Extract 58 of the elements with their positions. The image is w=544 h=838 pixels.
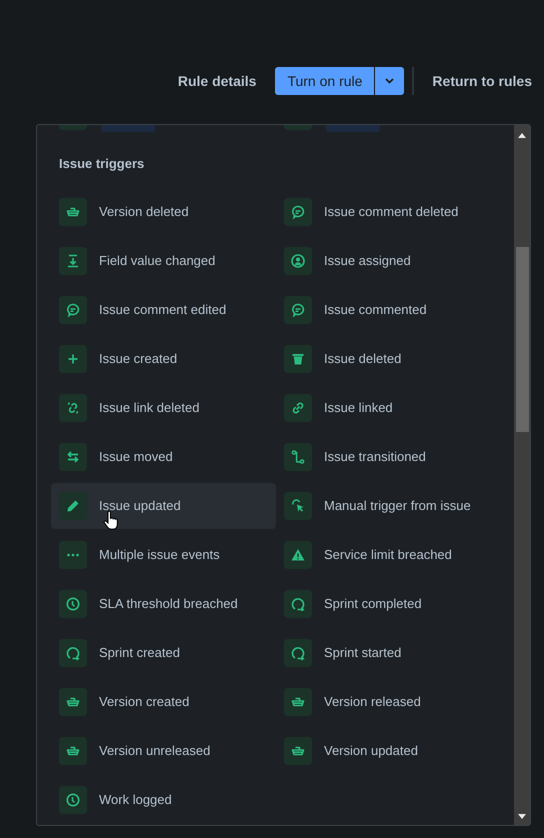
trigger-item[interactable]: Sprint created	[51, 630, 276, 676]
speech-bubble-icon	[284, 296, 312, 324]
trigger-item[interactable]: Issue updated	[51, 483, 276, 529]
ship-icon	[59, 198, 87, 226]
trigger-item[interactable]: Issue deleted	[276, 336, 501, 382]
trigger-item[interactable]: Issue assigned	[276, 238, 501, 284]
pointer-icon	[284, 492, 312, 520]
trigger-item[interactable]: Issue created	[51, 336, 276, 382]
dropdown-button[interactable]	[375, 67, 404, 95]
rule-details-link[interactable]: Rule details	[178, 70, 256, 92]
link-icon	[284, 394, 312, 422]
trash-icon	[284, 345, 312, 373]
ship-icon	[59, 737, 87, 765]
return-to-rules-link[interactable]: Return to rules	[432, 70, 532, 92]
turn-on-rule-button[interactable]: Turn on rule	[275, 67, 374, 95]
trigger-item[interactable]: Version deleted	[51, 189, 276, 235]
scrollbar-thumb[interactable]	[516, 247, 529, 432]
trigger-item[interactable]: Issue commented	[276, 287, 501, 333]
trigger-item[interactable]: Field value changed	[51, 238, 276, 284]
trigger-item[interactable]: Issue linked	[276, 385, 501, 431]
trigger-item[interactable]: Version created	[51, 679, 276, 725]
warning-icon	[284, 541, 312, 569]
trigger-item[interactable]: Version unreleased	[51, 728, 276, 774]
trigger-item[interactable]: Version released	[276, 679, 501, 725]
trigger-item[interactable]: Issue link deleted	[51, 385, 276, 431]
hand-cursor-icon	[103, 511, 119, 531]
scroll-up-icon[interactable]	[518, 133, 526, 138]
speech-bubble-icon	[284, 198, 312, 226]
trigger-item[interactable]: Work logged	[51, 777, 276, 823]
trigger-item[interactable]: Issue moved	[51, 434, 276, 480]
ship-icon	[59, 688, 87, 716]
clock-icon	[59, 786, 87, 814]
plus-icon	[59, 345, 87, 373]
trigger-item[interactable]: Sprint completed	[276, 581, 501, 627]
ship-icon	[284, 688, 312, 716]
trigger-item[interactable]: Sprint started	[276, 630, 501, 676]
path-icon	[284, 443, 312, 471]
scrollbar[interactable]	[514, 125, 530, 825]
download-icon	[59, 247, 87, 275]
dots-icon	[59, 541, 87, 569]
trigger-item[interactable]: Issue comment deleted	[276, 189, 501, 235]
section-heading: Issue triggers	[59, 156, 146, 172]
ship-icon	[284, 737, 312, 765]
trigger-item[interactable]: Version updated	[276, 728, 501, 774]
swap-arrows-icon	[59, 443, 87, 471]
scroll-down-icon[interactable]	[518, 814, 526, 819]
trigger-item[interactable]: Issue comment edited	[51, 287, 276, 333]
clock-icon	[59, 590, 87, 618]
trigger-item[interactable]: Manual trigger from issue	[276, 483, 501, 529]
broken-link-icon	[59, 394, 87, 422]
trigger-item[interactable]: Issue transitioned	[276, 434, 501, 480]
pencil-icon	[59, 492, 87, 520]
trigger-item[interactable]: SLA threshold breached	[51, 581, 276, 627]
person-icon	[284, 247, 312, 275]
trigger-item[interactable]: Service limit breached	[276, 532, 501, 578]
speech-bubble-icon	[59, 296, 87, 324]
trigger-item[interactable]: Multiple issue events	[51, 532, 276, 578]
chevron-down-icon	[385, 78, 394, 84]
